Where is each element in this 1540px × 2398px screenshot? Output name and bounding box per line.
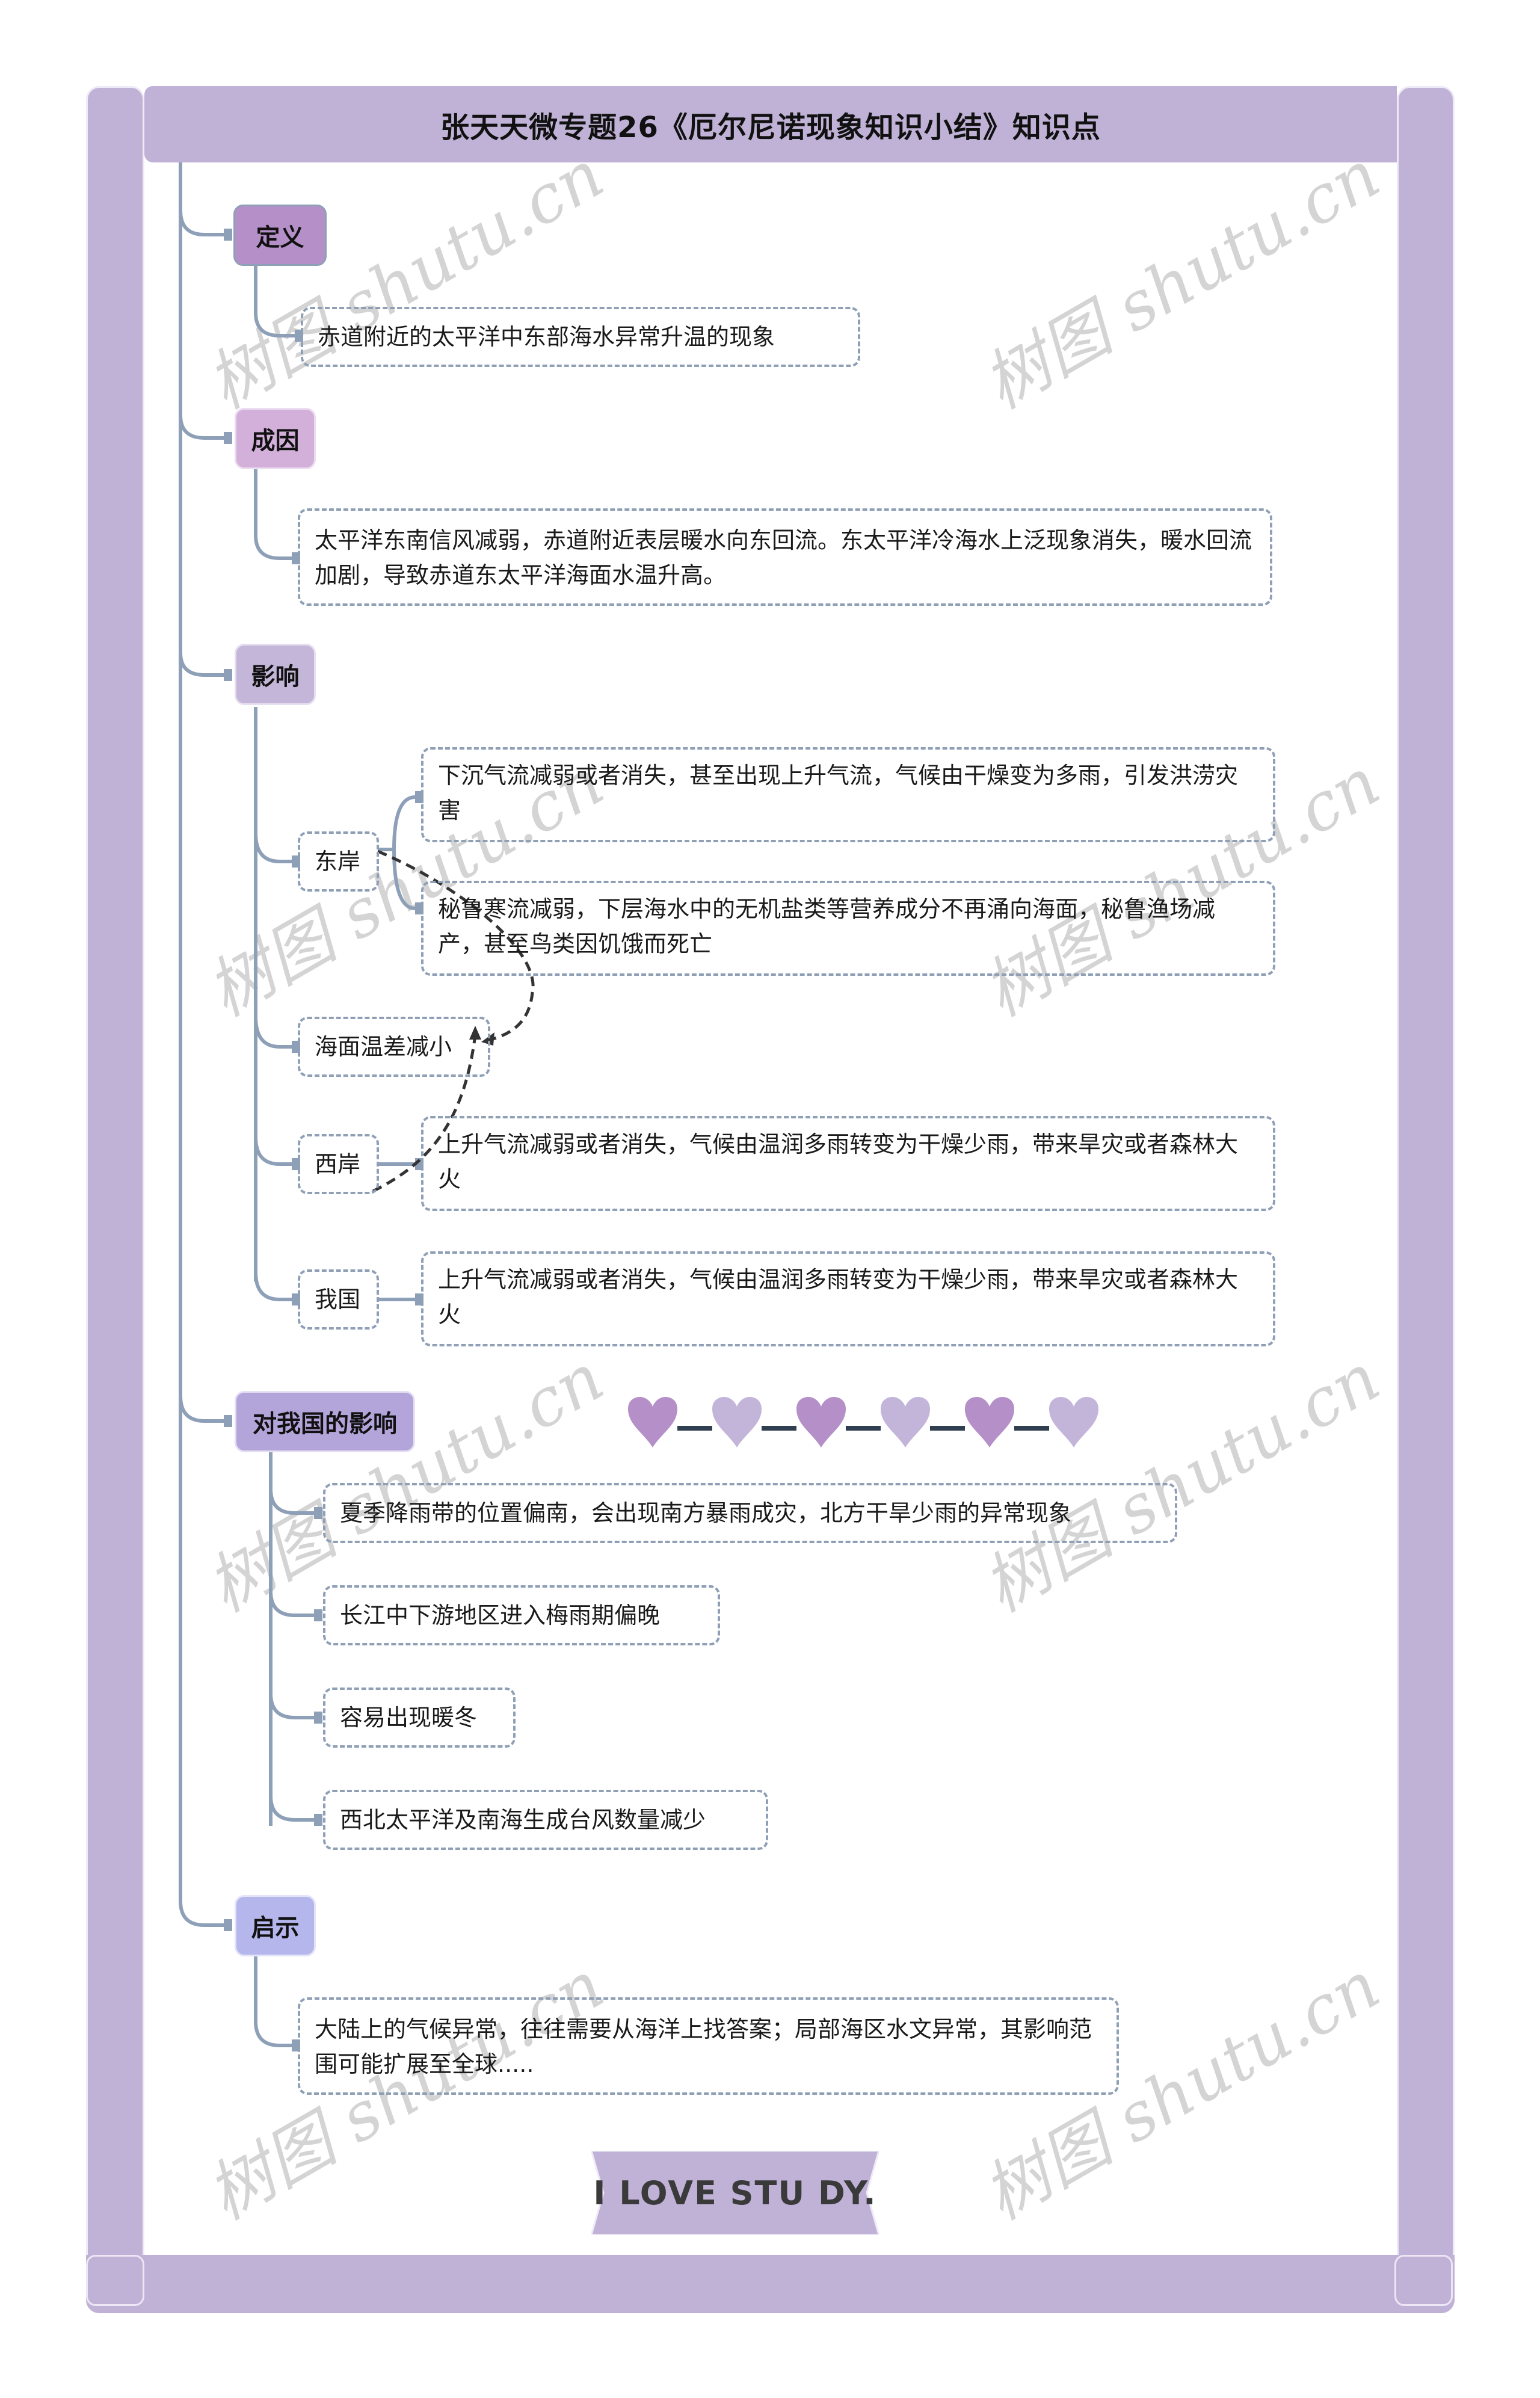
category-effect[interactable]: 影响	[235, 644, 316, 705]
watermark: 树图 shutu.cn	[194, 1339, 617, 1627]
leaf-text: 东岸	[315, 848, 361, 875]
category-insight[interactable]: 启示	[235, 1895, 316, 1956]
heart-icon	[881, 1397, 930, 1447]
branch-china	[179, 1395, 230, 1423]
watermark: 树图 shutu.cn	[970, 135, 1393, 424]
leaf-text: 海面温差减小	[315, 1034, 452, 1060]
china-leaf[interactable]: 上升气流减弱或者消失，气候由温润多雨转变为干燥少雨，带来旱灾或者森林大火	[421, 1251, 1275, 1346]
heart-link	[846, 1426, 881, 1431]
heart-icon	[796, 1397, 846, 1447]
definition-leaf[interactable]: 赤道附近的太平洋中东部海水异常升温的现象	[301, 307, 860, 367]
branch-cause	[179, 415, 230, 440]
page-title: 张天天微专题26《厄尔尼诺现象知识小结》知识点	[440, 110, 1101, 144]
west-coast-leaf[interactable]: 上升气流减弱或者消失，气候由温润多雨转变为干燥少雨，带来旱灾或者森林大火	[421, 1116, 1275, 1211]
category-label: 对我国的影响	[253, 1410, 397, 1438]
heart-link	[1014, 1426, 1049, 1431]
heart-icon	[965, 1397, 1014, 1447]
category-china-effect[interactable]: 对我国的影响	[235, 1391, 415, 1452]
heart-link	[762, 1426, 796, 1431]
leaf-text: 夏季降雨带的位置偏南，会出现南方暴雨成灾，北方干旱少雨的异常现象	[340, 1500, 1072, 1526]
leaf-text: 上升气流减弱或者消失，气候由温润多雨转变为干燥少雨，带来旱灾或者森林大火	[438, 1266, 1239, 1328]
heart-link	[677, 1426, 712, 1431]
frame-corner-bottom-right	[1394, 2255, 1453, 2306]
leaf-text: 下沉气流减弱或者消失，甚至出现上升气流，气候由干燥变为多雨，引发洪涝灾害	[438, 762, 1239, 824]
banner-text: I LOVE STU DY.	[593, 2174, 877, 2212]
leaf-text: 太平洋东南信风减弱，赤道附近表层暖水向东回流。东太平洋冷海水上泛现象消失，暖水回…	[315, 527, 1252, 588]
china-effect-leaf-1[interactable]: 夏季降雨带的位置偏南，会出现南方暴雨成灾，北方干旱少雨的异常现象	[323, 1483, 1177, 1543]
heart-link	[930, 1426, 965, 1431]
china-effect-leaf-2[interactable]: 长江中下游地区进入梅雨期偏晚	[323, 1585, 720, 1645]
category-cause[interactable]: 成因	[235, 408, 316, 469]
frame-left-bar	[86, 86, 144, 2313]
frame-right-bar	[1397, 86, 1455, 2313]
east-coast-leaf-1[interactable]: 下沉气流减弱或者消失，甚至出现上升气流，气候由干燥变为多雨，引发洪涝灾害	[421, 747, 1275, 842]
title-bar: 张天天微专题26《厄尔尼诺现象知识小结》知识点	[144, 86, 1397, 162]
effect-west-coast[interactable]: 西岸	[298, 1134, 379, 1194]
love-study-banner: I LOVE STU DY.	[590, 2150, 880, 2236]
category-definition[interactable]: 定义	[233, 205, 327, 266]
leaf-text: 西北太平洋及南海生成台风数量减少	[340, 1807, 706, 1833]
hearts-decoration	[626, 1396, 1101, 1450]
category-label: 成因	[251, 427, 300, 455]
leaf-text: 容易出现暖冬	[340, 1704, 478, 1731]
frame-bottom-bar	[86, 2255, 1455, 2313]
china-effect-leaf-3[interactable]: 容易出现暖冬	[323, 1688, 516, 1748]
effect-sea-temp-diff[interactable]: 海面温差减小	[298, 1017, 490, 1077]
east-coast-leaf-2[interactable]: 秘鲁寒流减弱，下层海水中的无机盐类等营养成分不再涌向海面，秘鲁渔场减产，甚至鸟类…	[421, 881, 1275, 976]
leaf-text: 秘鲁寒流减弱，下层海水中的无机盐类等营养成分不再涌向海面，秘鲁渔场减产，甚至鸟类…	[438, 896, 1216, 957]
branch-insight	[179, 1900, 230, 1927]
insight-leaf[interactable]: 大陆上的气候异常，往往需要从海洋上找答案；局部海区水文异常，其影响范围可能扩展至…	[298, 1997, 1119, 2095]
leaf-text: 大陆上的气候异常，往往需要从海洋上找答案；局部海区水文异常，其影响范围可能扩展至…	[315, 2016, 1092, 2077]
branch-definition	[179, 210, 230, 236]
category-label: 影响	[251, 663, 300, 691]
branch-effect	[179, 652, 230, 677]
china-effect-leaf-4[interactable]: 西北太平洋及南海生成台风数量减少	[323, 1790, 768, 1850]
frame-corner-bottom-left	[86, 2255, 144, 2306]
category-label: 定义	[256, 224, 304, 251]
leaf-text: 西岸	[315, 1151, 361, 1177]
effect-east-coast[interactable]: 东岸	[298, 831, 379, 892]
heart-icon	[1049, 1397, 1098, 1447]
watermark: 树图 shutu.cn	[970, 1339, 1393, 1627]
category-label: 启示	[251, 1914, 300, 1942]
cause-leaf[interactable]: 太平洋东南信风减弱，赤道附近表层暖水向东回流。东太平洋冷海水上泛现象消失，暖水回…	[298, 508, 1272, 606]
leaf-text: 我国	[315, 1286, 361, 1313]
leaf-text: 上升气流减弱或者消失，气候由温润多雨转变为干燥少雨，带来旱灾或者森林大火	[438, 1131, 1239, 1192]
effect-china[interactable]: 我国	[298, 1269, 379, 1330]
heart-icon	[628, 1397, 677, 1447]
watermark: 树图 shutu.cn	[194, 135, 617, 424]
leaf-text: 赤道附近的太平洋中东部海水异常升温的现象	[318, 324, 775, 350]
leaf-text: 长江中下游地区进入梅雨期偏晚	[340, 1602, 661, 1629]
heart-icon	[712, 1397, 762, 1447]
